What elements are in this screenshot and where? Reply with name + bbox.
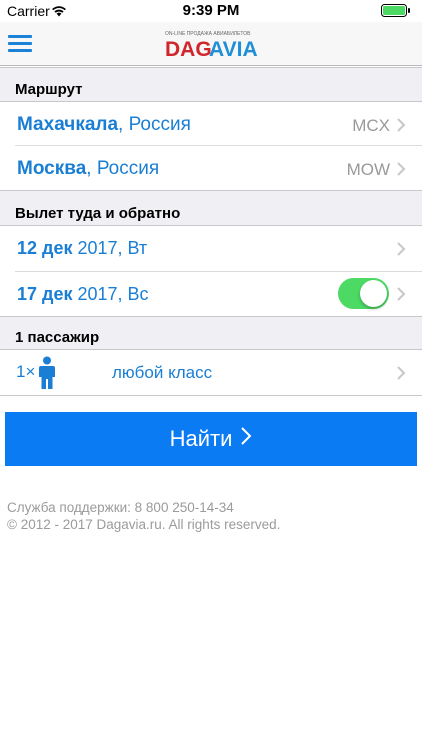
return-date-row[interactable]: 17 дек 2017, Вс (0, 272, 422, 316)
cabin-class: любой класс (112, 363, 213, 382)
clock: 9:39 PM (182, 2, 240, 19)
destination-city: Москва (17, 158, 87, 179)
chevron-right-icon (396, 242, 408, 256)
origin-city: Махачкала (17, 114, 119, 135)
route-section-header: Маршрут (0, 67, 422, 102)
passenger-count: 1× (16, 362, 36, 381)
return-rest: 2017, Вс (72, 284, 149, 304)
depart-rest: 2017, Вт (72, 238, 148, 258)
depart-day: 12 дек (17, 238, 73, 258)
person-icon (38, 356, 56, 395)
origin-country: , Россия (118, 114, 191, 135)
dagavia-logo: ON-LINE ПРОДАЖА АВИАБИЛЕТОВ DAG AVIA (163, 26, 259, 62)
copyright: © 2012 - 2017 Dagavia.ru. All rights res… (7, 517, 281, 532)
passengers-row[interactable]: 1× любой класс (0, 350, 422, 396)
support-phone: Служба поддержки: 8 800 250-14-34 (7, 500, 234, 515)
origin-row[interactable]: Махачкала, Россия MCX (0, 102, 422, 146)
dates-title: Вылет туда и обратно (15, 205, 181, 222)
dates-section-header: Вылет туда и обратно (0, 190, 422, 226)
route-title: Маршрут (15, 81, 83, 98)
status-bar: Carrier 9:39 PM (0, 0, 422, 22)
depart-date-row[interactable]: 12 дек 2017, Вт (0, 226, 422, 272)
passengers-section-header: 1 пассажир (0, 316, 422, 350)
destination-country: , Россия (86, 158, 160, 179)
return-day: 17 дек (17, 284, 73, 304)
passengers-title: 1 пассажир (15, 329, 100, 346)
chevron-right-icon (396, 366, 408, 380)
chevron-right-icon (396, 118, 408, 132)
logo-dag: DAG (165, 38, 212, 61)
logo-avia: AVIA (209, 38, 258, 61)
destination-code: MOW (346, 160, 390, 179)
chevron-right-icon (396, 162, 408, 176)
chevron-right-icon (396, 287, 408, 301)
chevron-right-icon (240, 426, 252, 452)
search-button-label: Найти (169, 426, 233, 451)
return-toggle[interactable] (338, 278, 389, 309)
search-button[interactable]: Найти (5, 412, 417, 466)
battery-icon (381, 4, 411, 20)
nav-bar: ON-LINE ПРОДАЖА АВИАБИЛЕТОВ DAG AVIA (0, 22, 422, 66)
logo-tagline: ON-LINE ПРОДАЖА АВИАБИЛЕТОВ (165, 31, 251, 37)
menu-icon[interactable] (8, 35, 32, 53)
origin-code: MCX (352, 116, 390, 135)
destination-row[interactable]: Москва, Россия MOW (0, 146, 422, 190)
